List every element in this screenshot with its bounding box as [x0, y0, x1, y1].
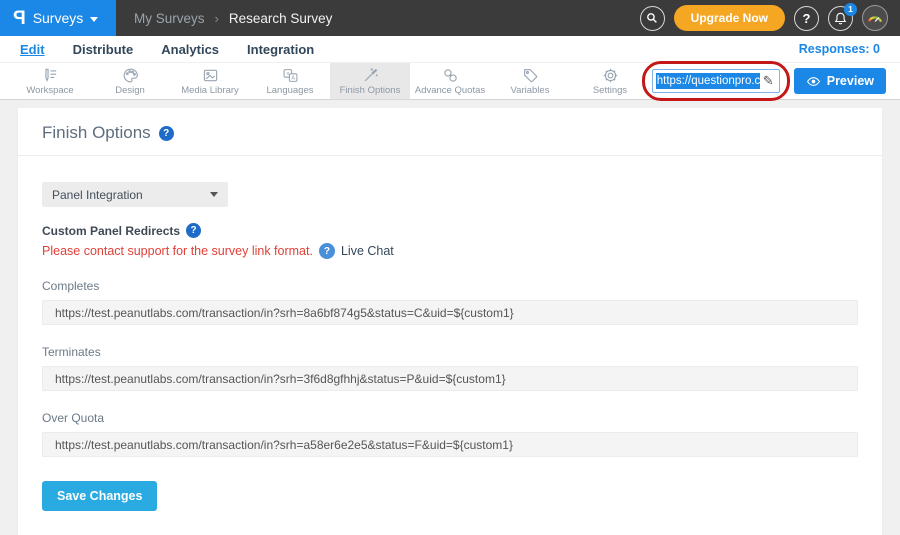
toolbar-right-group: https://questionpro.com/t/A ✎ Preview: [652, 63, 900, 99]
edit-url-pencil-icon[interactable]: ✎: [763, 73, 774, 89]
header-actions: Upgrade Now ? 1: [640, 0, 900, 36]
over-quota-label: Over Quota: [42, 411, 858, 425]
questionpro-logo-icon: P: [13, 9, 26, 28]
over-quota-input[interactable]: [42, 432, 858, 457]
toolbar-item-languages[interactable]: xA Languages: [250, 63, 330, 99]
panel-body: Panel Integration Custom Panel Redirects…: [18, 156, 882, 535]
chevron-down-icon: [210, 192, 218, 197]
magic-wand-icon: [362, 67, 379, 84]
completes-input[interactable]: [42, 300, 858, 325]
toolbar-item-settings[interactable]: Settings: [570, 63, 650, 99]
palette-icon: [122, 67, 139, 84]
survey-nav: Edit Distribute Analytics Integration Re…: [0, 36, 900, 62]
chain-link-icon: [442, 67, 459, 84]
toolbar-item-workspace[interactable]: Workspace: [10, 63, 90, 99]
breadcrumb: My Surveys › Research Survey: [134, 0, 332, 36]
workspace-icon: [42, 67, 59, 84]
question-mark-icon: ?: [803, 11, 811, 26]
survey-url-wrap: https://questionpro.com/t/A ✎: [652, 69, 780, 93]
notifications-button[interactable]: 1: [828, 6, 853, 31]
gear-icon: [602, 67, 619, 84]
image-icon: [202, 67, 219, 84]
toolbar-item-advance-quotas[interactable]: Advance Quotas: [410, 63, 490, 99]
tab-distribute[interactable]: Distribute: [73, 42, 134, 57]
survey-url-selected-text: https://questionpro.com/t/A: [656, 73, 760, 89]
gauge-icon: [865, 8, 885, 28]
product-name: Surveys: [33, 10, 84, 26]
svg-text:x: x: [286, 71, 289, 77]
preview-label: Preview: [827, 74, 874, 88]
tab-analytics[interactable]: Analytics: [161, 42, 219, 57]
tab-integration[interactable]: Integration: [247, 42, 314, 57]
tab-edit[interactable]: Edit: [20, 42, 45, 57]
terminates-input[interactable]: [42, 366, 858, 391]
eye-icon: [806, 76, 821, 87]
avatar[interactable]: [862, 5, 888, 31]
tag-icon: [522, 67, 539, 84]
preview-button[interactable]: Preview: [794, 68, 886, 94]
notification-badge: 1: [844, 3, 857, 16]
toolbar-item-variables[interactable]: Variables: [490, 63, 570, 99]
live-chat-icon[interactable]: ?: [319, 243, 335, 259]
panel-select-value: Panel Integration: [52, 188, 143, 202]
breadcrumb-survey-name: Research Survey: [229, 11, 333, 26]
toolbar-item-design[interactable]: Design: [90, 63, 170, 99]
panel-integration-select[interactable]: Panel Integration: [42, 182, 228, 207]
completes-label: Completes: [42, 279, 858, 293]
live-chat-link[interactable]: Live Chat: [341, 244, 394, 258]
responses-count[interactable]: Responses: 0: [799, 42, 880, 56]
search-button[interactable]: [640, 6, 665, 31]
breadcrumb-separator: ›: [215, 11, 219, 26]
top-header: P Surveys My Surveys › Research Survey U…: [0, 0, 900, 36]
upgrade-now-button[interactable]: Upgrade Now: [674, 5, 785, 31]
survey-url-input[interactable]: https://questionpro.com/t/A ✎: [652, 69, 780, 93]
section-title: Custom Panel Redirects: [42, 224, 180, 238]
edit-toolbar: Workspace Design Media Library xA Langua…: [0, 62, 900, 100]
custom-panel-redirects-row: Custom Panel Redirects ?: [42, 223, 858, 238]
toolbar-item-media-library[interactable]: Media Library: [170, 63, 250, 99]
section-help-icon[interactable]: ?: [186, 223, 201, 238]
finish-options-panel: Finish Options ? Panel Integration Custo…: [18, 108, 882, 535]
help-button[interactable]: ?: [794, 6, 819, 31]
terminates-label: Terminates: [42, 345, 858, 359]
svg-text:A: A: [291, 75, 295, 81]
support-note-row: Please contact support for the survey li…: [42, 243, 858, 259]
save-changes-button[interactable]: Save Changes: [42, 481, 157, 511]
search-icon: [645, 11, 659, 25]
chevron-down-icon: [90, 17, 98, 22]
translate-icon: xA: [282, 67, 299, 84]
surveys-product-menu[interactable]: P Surveys: [0, 0, 116, 36]
toolbar-item-finish-options[interactable]: Finish Options: [330, 63, 410, 99]
panel-header: Finish Options ?: [18, 108, 882, 156]
page-title: Finish Options: [42, 123, 151, 143]
title-help-icon[interactable]: ?: [159, 126, 174, 141]
breadcrumb-my-surveys[interactable]: My Surveys: [134, 11, 205, 26]
support-note: Please contact support for the survey li…: [42, 244, 313, 258]
